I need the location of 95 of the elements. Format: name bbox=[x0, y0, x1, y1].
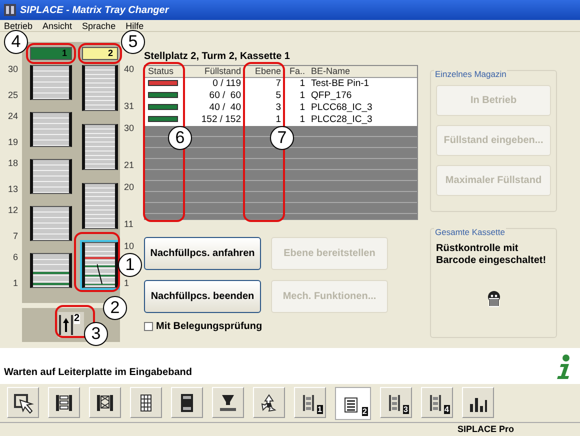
scale-label: 30 bbox=[6, 65, 18, 74]
table-cell-text: 1 bbox=[298, 102, 306, 114]
barcode-icon bbox=[486, 291, 500, 307]
cassette[interactable] bbox=[30, 253, 72, 288]
tower-icon bbox=[58, 314, 74, 336]
cassette[interactable] bbox=[30, 65, 72, 100]
scale-label: 13 bbox=[6, 185, 18, 194]
toolbar-button[interactable]: 2 bbox=[335, 387, 371, 420]
toolbar-badge: 4 bbox=[444, 405, 450, 414]
column-header[interactable]: Fa.. bbox=[284, 66, 308, 77]
cassette[interactable] bbox=[82, 124, 118, 170]
scale-label: 25 bbox=[6, 91, 18, 100]
table-cell-text: 5 bbox=[274, 90, 282, 102]
table-cell-text: 0 / 119 bbox=[212, 78, 242, 90]
column-header[interactable]: Füllstand bbox=[183, 66, 244, 77]
checkbox-label: Mit Belegungsprüfung bbox=[156, 320, 262, 334]
callout-outline bbox=[26, 43, 76, 64]
toolbar-button[interactable]: 1 bbox=[294, 387, 326, 418]
tower-number: 2 bbox=[74, 314, 80, 324]
toolbar-button[interactable] bbox=[7, 387, 39, 418]
toolbar-button[interactable] bbox=[253, 387, 285, 418]
cassette[interactable] bbox=[82, 242, 118, 288]
cassette[interactable] bbox=[82, 65, 118, 111]
tower-tag[interactable]: 1 bbox=[30, 47, 72, 60]
scale-label: 1 bbox=[124, 279, 130, 288]
toolbar-button[interactable] bbox=[89, 387, 121, 418]
barcode-message: Rüstkontrolle mit Barcode eingeschaltet! bbox=[436, 243, 548, 267]
scale-label: 10 bbox=[124, 242, 136, 251]
window-title: SIPLACE - Matrix Tray Changer bbox=[20, 4, 169, 18]
toolbar-button[interactable] bbox=[462, 387, 494, 418]
pointer-icon bbox=[12, 392, 34, 414]
menu-item[interactable]: Sprache bbox=[82, 20, 116, 31]
action-button[interactable]: Nachfüllpcs. anfahren bbox=[144, 237, 261, 270]
menu-item[interactable]: Hilfe bbox=[126, 20, 144, 31]
scale-label: 12 bbox=[6, 206, 18, 215]
menu-item[interactable]: Betrieb bbox=[4, 20, 33, 31]
app-icon bbox=[4, 4, 16, 16]
column-header[interactable]: Status bbox=[145, 66, 183, 77]
callout-outline bbox=[74, 232, 120, 292]
scale-label: 20 bbox=[124, 183, 136, 192]
toolbar-button[interactable] bbox=[212, 387, 244, 418]
scale-label: 30 bbox=[124, 124, 136, 133]
table-cell-text: 7 bbox=[274, 78, 282, 90]
toolbar-badge: 3 bbox=[402, 405, 409, 414]
scale-label: 6 bbox=[12, 253, 18, 262]
cassette[interactable] bbox=[82, 183, 118, 229]
product-name: SIPLACE Pro bbox=[457, 422, 514, 436]
table-cell-text: 1 bbox=[298, 114, 306, 126]
column-header[interactable]: Ebene bbox=[244, 66, 284, 77]
scale-label: 1 bbox=[12, 279, 18, 288]
table-cell-text: 1 bbox=[298, 78, 306, 90]
group-title: Einzelnes Magazin bbox=[434, 70, 508, 79]
table-cell-text: Test-BE Pin-1 bbox=[310, 78, 370, 90]
group-title: Gesamte Kassette bbox=[434, 228, 506, 237]
location-title: Stellplatz 2, Turm 2, Kassette 1 bbox=[144, 50, 291, 63]
callout-outline bbox=[78, 43, 122, 64]
scale-label: 7 bbox=[12, 232, 18, 241]
cassette[interactable] bbox=[30, 112, 72, 147]
table-cell-text: 40 / 40 bbox=[208, 102, 242, 114]
toolbar-button[interactable] bbox=[48, 387, 80, 418]
cassette[interactable] bbox=[30, 206, 72, 241]
scale-label: 18 bbox=[6, 159, 18, 168]
table-cell-text: PLCC68_IC_3 bbox=[310, 102, 374, 114]
callout-number: 5 bbox=[121, 30, 145, 54]
leader-line bbox=[97, 264, 103, 284]
tower-tag[interactable]: 2 bbox=[82, 47, 118, 60]
table-cell-text: PLCC28_IC_3 bbox=[310, 114, 374, 126]
scale-label: 24 bbox=[6, 112, 18, 121]
column-header[interactable]: BE-Name bbox=[308, 66, 417, 77]
checkbox[interactable] bbox=[144, 322, 153, 331]
scale-label: 31 bbox=[124, 102, 136, 111]
scale-label: 21 bbox=[124, 161, 136, 170]
toolbar-badge: 1 bbox=[316, 405, 323, 414]
toolbar-badge: 2 bbox=[362, 407, 368, 416]
table-cell-text: 1 bbox=[274, 114, 282, 126]
callout-number: 4 bbox=[4, 30, 28, 54]
table-cell-text: QFP_176 bbox=[310, 90, 353, 102]
callout-number: 1 bbox=[118, 253, 142, 277]
table-cell-text: 60 / 60 bbox=[208, 90, 242, 102]
toolbar-button[interactable] bbox=[171, 387, 203, 418]
tower-button[interactable]: 2 bbox=[58, 312, 84, 338]
scale-label: 11 bbox=[124, 220, 134, 229]
status-message: Warten auf Leiterplatte im Eingabeband bbox=[4, 366, 192, 380]
menu-item[interactable]: Ansicht bbox=[42, 20, 72, 31]
callout-number: 2 bbox=[103, 296, 127, 320]
cassette[interactable] bbox=[30, 159, 72, 194]
toolbar-button[interactable]: 3 bbox=[380, 387, 412, 418]
toolbar-button[interactable]: 4 bbox=[421, 387, 453, 418]
table-cell-text: 152 / 152 bbox=[200, 114, 242, 126]
table-cell-text: 3 bbox=[274, 102, 282, 114]
toolbar-button[interactable] bbox=[130, 387, 162, 418]
scale-label: 40 bbox=[124, 65, 136, 74]
scale-label: 19 bbox=[6, 138, 18, 147]
table-cell-text: 1 bbox=[298, 90, 306, 102]
action-button[interactable]: Nachfüllpcs. beenden bbox=[144, 280, 261, 313]
